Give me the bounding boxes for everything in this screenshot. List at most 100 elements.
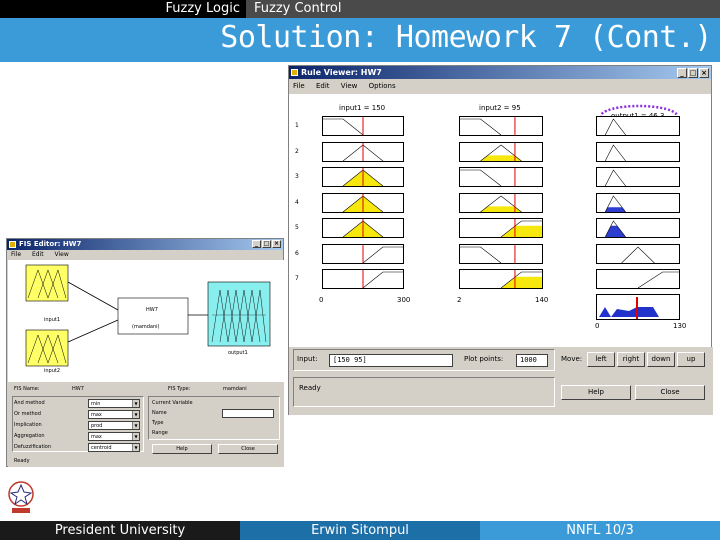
slide-title: Solution: Homework 7 (Cont.) (220, 20, 712, 55)
defuzzification-select[interactable]: centroid ▼ (88, 443, 140, 452)
output1-block[interactable] (207, 281, 271, 347)
fis-help-button[interactable]: Help (152, 444, 212, 454)
and-method-select[interactable]: min ▼ (88, 399, 140, 408)
membership-shape (342, 193, 403, 212)
rule-number-3: 3 (295, 173, 299, 180)
minimize-icon[interactable]: _ (677, 68, 687, 78)
rule-3-input2-cell[interactable] (459, 167, 543, 187)
plot-points-field[interactable]: 1000 (516, 354, 548, 367)
rule-3-input1-cell[interactable] (322, 167, 404, 187)
fis-close-button[interactable]: Close (218, 444, 278, 454)
membership-shape (604, 194, 679, 212)
rule-number-4: 4 (295, 198, 299, 206)
fis-editor-menubar: File Edit View (7, 250, 283, 260)
footer-page: NNFL 10/3 (480, 521, 720, 540)
rule-viewer-title: Rule Viewer: HW7 (301, 68, 382, 77)
membership-shape (621, 246, 655, 263)
implication-select[interactable]: prod ▼ (88, 421, 140, 430)
rule-5-output-cell[interactable] (596, 218, 680, 238)
fis-editor-window: FIS Editor: HW7 _ □ × File Edit View input… (6, 238, 284, 467)
rule-number-2: 2 (295, 147, 299, 155)
footer-author: Erwin Sitompul (240, 521, 480, 540)
rule-6-output-cell[interactable] (596, 243, 680, 264)
rule-3-output-cell[interactable] (596, 167, 680, 187)
membership-shape (480, 193, 542, 212)
menu-options[interactable]: Options (369, 82, 396, 90)
rule-5-input1-cell[interactable] (322, 218, 404, 238)
rule-1-input1-cell[interactable] (322, 116, 404, 136)
rule-1-input2-cell[interactable] (459, 116, 543, 136)
move-left-button[interactable]: left (587, 352, 615, 367)
close-button[interactable]: Close (635, 385, 705, 400)
output-max-tick: 130 (673, 322, 687, 330)
chevron-down-icon: ▼ (132, 433, 139, 440)
menu-view[interactable]: View (341, 82, 358, 90)
input2-max-tick: 140 (535, 296, 549, 304)
rule-7-output-cell[interactable] (596, 269, 680, 289)
rule-2-input2-cell[interactable] (459, 141, 543, 162)
aggregation-select[interactable]: max ▼ (88, 432, 140, 441)
membership-shape (500, 270, 542, 288)
rule-6-input1-cell[interactable] (322, 243, 404, 264)
aggregated-output-cell[interactable] (596, 294, 680, 320)
membership-shape (637, 271, 679, 288)
rule-4-output-cell[interactable] (596, 192, 680, 213)
input-vector-field[interactable]: [150 95] (329, 354, 453, 367)
close-icon[interactable]: × (272, 240, 281, 248)
president-university-logo (8, 481, 34, 513)
move-down-button[interactable]: down (647, 352, 675, 367)
move-label: Move: (561, 355, 583, 363)
membership-shape (460, 168, 516, 186)
fis-menu-file[interactable]: File (11, 251, 21, 258)
rule-4-input1-cell[interactable] (322, 192, 404, 213)
fis-editor-title: FIS Editor: HW7 (19, 240, 82, 248)
aggregation-label: Aggregation (14, 433, 45, 439)
rule-viewer-window: Rule Viewer: HW7 _ □ × File Edit View Opti… (288, 65, 713, 415)
rule-viewer-status: Ready (299, 384, 321, 392)
move-up-button[interactable]: up (677, 352, 705, 367)
fis-menu-view[interactable]: View (55, 251, 69, 258)
rule-6-input2-cell[interactable] (459, 243, 543, 264)
membership-shape (323, 117, 364, 135)
title-bar: Solution: Homework 7 (Cont.) (0, 18, 720, 62)
membership-shape (604, 143, 626, 161)
membership-shape (460, 244, 516, 263)
matlab-icon (291, 69, 298, 76)
menu-file[interactable]: File (293, 82, 305, 90)
or-method-select[interactable]: max ▼ (88, 410, 140, 419)
rule-number-7: 7 (295, 275, 299, 282)
top-bar: Fuzzy Logic Fuzzy Control (0, 0, 720, 18)
input2-header: input2 = 95 (479, 104, 521, 112)
maximize-icon[interactable]: □ (688, 68, 698, 78)
rule-7-input1-cell[interactable] (322, 269, 404, 289)
membership-shape (362, 270, 403, 288)
help-button[interactable]: Help (561, 385, 631, 400)
matlab-icon (9, 241, 16, 248)
membership-shape (604, 169, 626, 186)
rule-1-output-cell[interactable] (596, 116, 680, 136)
footer-bar: President University Erwin Sitompul NNFL… (0, 521, 720, 540)
name-label: Name (152, 410, 167, 416)
minimize-icon[interactable]: _ (252, 240, 261, 248)
input1-max-tick: 300 (397, 296, 411, 304)
type-label: Type (152, 420, 164, 426)
rule-7-input2-cell[interactable] (459, 269, 543, 289)
menu-edit[interactable]: Edit (316, 82, 330, 90)
output-min-tick: 0 (595, 322, 600, 330)
defuzzification-label: Defuzzification (14, 444, 52, 450)
move-right-button[interactable]: right (617, 352, 645, 367)
rule-number-6: 6 (295, 249, 299, 257)
chevron-down-icon: ▼ (132, 400, 139, 407)
rule-4-input2-cell[interactable] (459, 192, 543, 213)
chevron-down-icon: ▼ (132, 422, 139, 429)
fis-menu-edit[interactable]: Edit (32, 251, 44, 258)
variable-name-field[interactable] (222, 409, 274, 418)
close-icon[interactable]: × (699, 68, 709, 78)
fis-type-value: mamdani (223, 386, 247, 392)
membership-shape (480, 142, 542, 161)
rule-2-output-cell[interactable] (596, 141, 680, 162)
membership-shape (342, 168, 403, 186)
rule-2-input1-cell[interactable] (322, 141, 404, 162)
rule-5-input2-cell[interactable] (459, 218, 543, 238)
maximize-icon[interactable]: □ (262, 240, 271, 248)
